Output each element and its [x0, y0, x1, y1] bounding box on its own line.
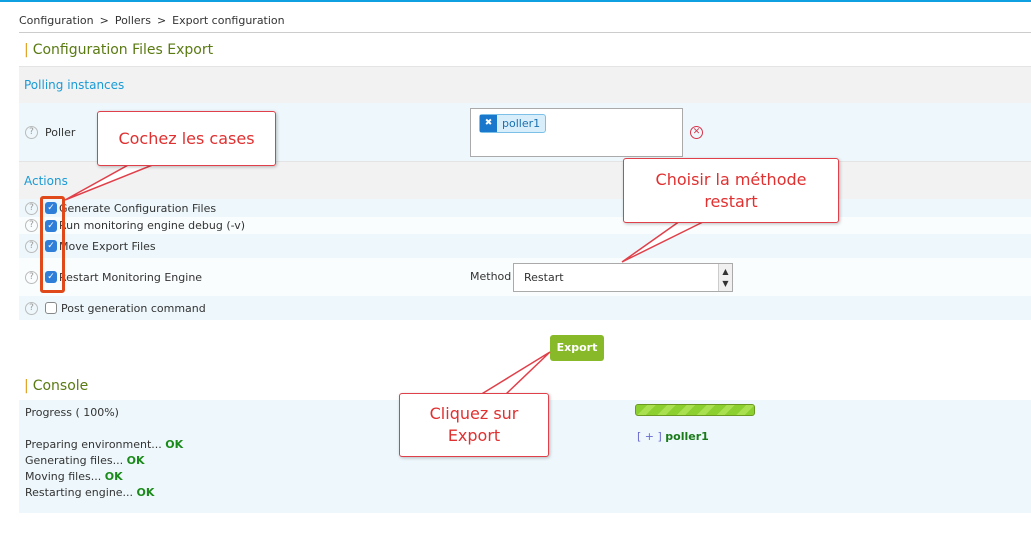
callout-tails: [64, 163, 706, 396]
callout-click-export: Cliquez sur Export: [399, 393, 549, 457]
callout-check-boxes: Cochez les cases: [97, 111, 276, 166]
callout-choose-method: Choisir la méthode restart: [623, 158, 839, 223]
